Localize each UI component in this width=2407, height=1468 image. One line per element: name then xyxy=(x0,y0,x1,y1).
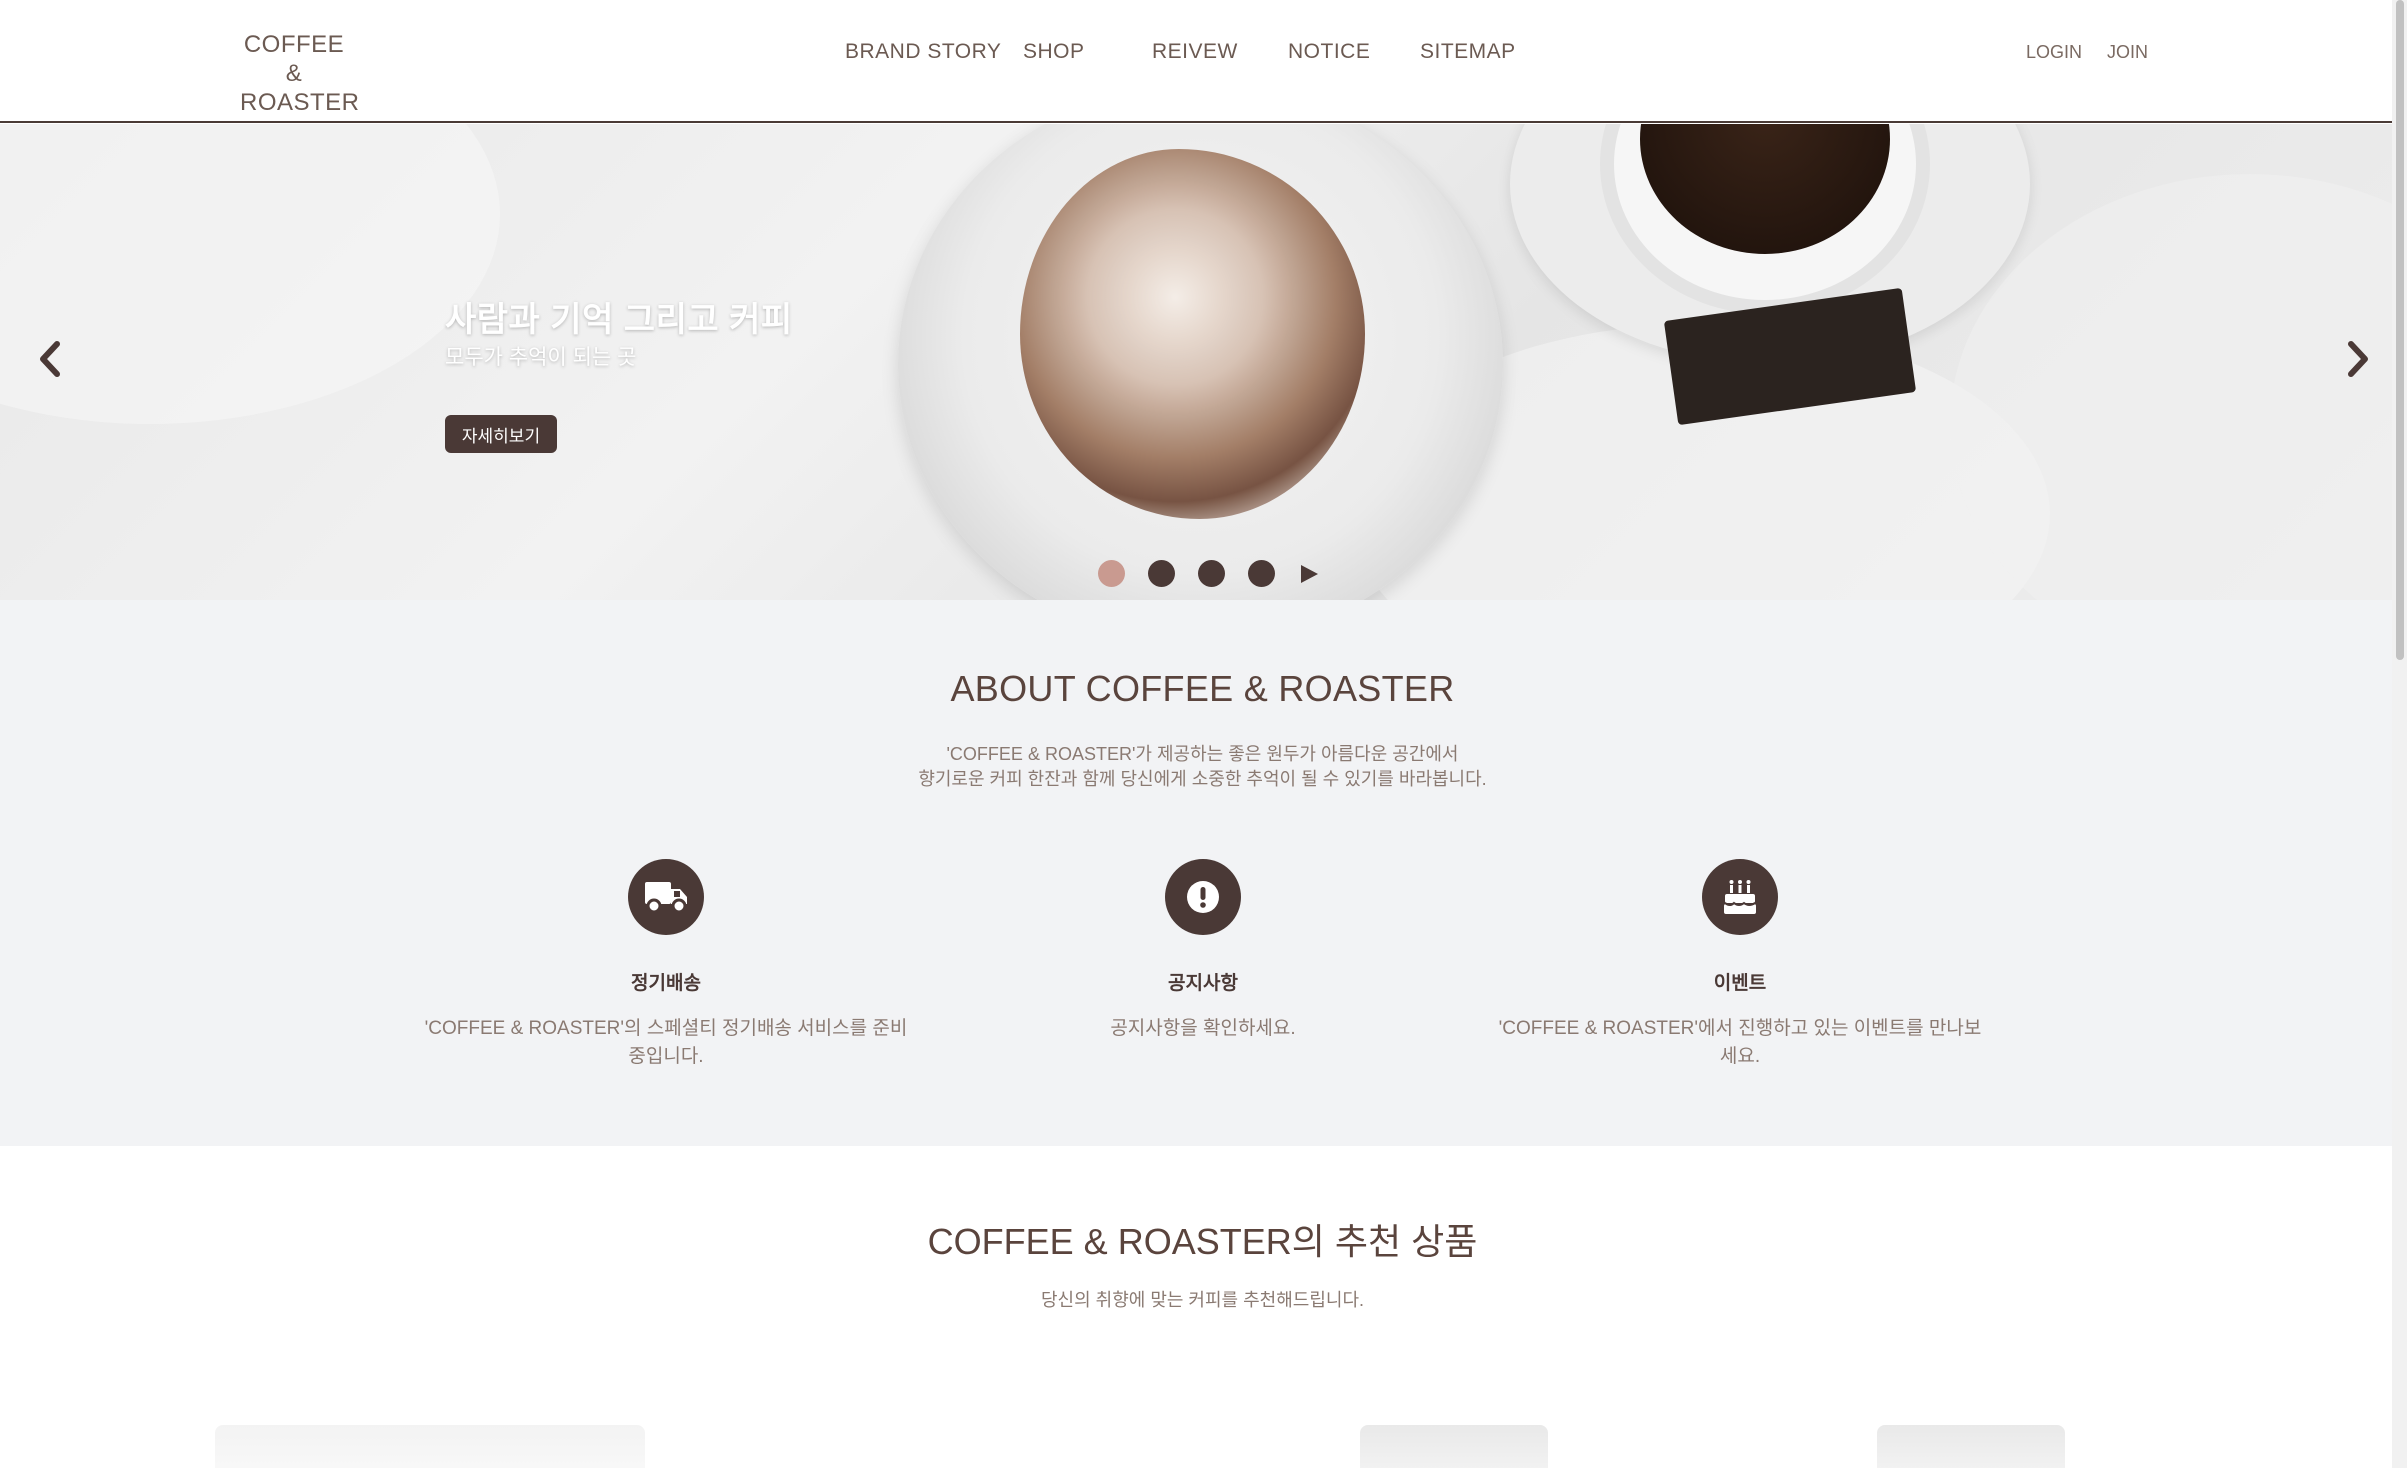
feature-icon-circle xyxy=(1165,859,1241,935)
next-slide-button[interactable] xyxy=(2338,337,2378,381)
feature-notice[interactable]: 공지사항 공지사항을 확인하세요. xyxy=(953,859,1453,1043)
nav-brand-story[interactable]: BRAND STORY xyxy=(845,40,1001,64)
slide-dot-1[interactable] xyxy=(1098,560,1125,587)
join-link[interactable]: JOIN xyxy=(2107,42,2148,63)
feature-icon-circle xyxy=(628,859,704,935)
recommend-description: 당신의 취향에 맞는 커피를 추천해드립니다. xyxy=(1040,1290,1365,1310)
hero-subtitle: 모두가 추억이 되는 곳 xyxy=(445,346,637,369)
feature-event[interactable]: 이벤트 'COFFEE & ROASTER'에서 진행하고 있는 이벤트를 만나… xyxy=(1490,859,1990,1071)
feature-title: 이벤트 xyxy=(1713,973,1767,994)
play-icon[interactable] xyxy=(1298,563,1320,585)
product-card[interactable] xyxy=(215,1425,645,1468)
feature-icon-circle xyxy=(1702,859,1778,935)
feature-description: 공지사항을 확인하세요. xyxy=(1110,1018,1296,1039)
slide-dot-2[interactable] xyxy=(1148,560,1175,587)
feature-description: 'COFFEE & ROASTER'에서 진행하고 있는 이벤트를 만나보세요. xyxy=(1498,1018,1982,1067)
exclamation-icon xyxy=(1187,881,1219,913)
product-card[interactable] xyxy=(1360,1425,1548,1468)
site-header: COFFEE & ROASTER BRAND STORY SHOP REIVEW… xyxy=(0,0,2392,123)
product-card[interactable] xyxy=(1877,1425,2065,1468)
slide-dot-4[interactable] xyxy=(1248,560,1275,587)
about-desc-line-2: 향기로운 커피 한잔과 함께 당신에게 소중한 추억이 될 수 있기를 바라봅니… xyxy=(918,769,1487,789)
feature-description: 'COFFEE & ROASTER'의 스페셜티 정기배송 서비스를 준비중입니… xyxy=(424,1018,908,1067)
feature-title: 정기배송 xyxy=(631,973,701,994)
nav-shop[interactable]: SHOP xyxy=(1023,40,1085,64)
prev-slide-button[interactable] xyxy=(30,337,70,381)
feature-title: 공지사항 xyxy=(1168,973,1238,994)
nav-notice[interactable]: NOTICE xyxy=(1288,40,1370,64)
login-link[interactable]: LOGIN xyxy=(2026,42,2082,63)
truck-icon xyxy=(645,882,687,914)
chevron-right-icon xyxy=(2348,341,2368,377)
hero-title: 사람과 기억 그리고 커피 xyxy=(445,301,793,339)
page-scrollbar[interactable] xyxy=(2392,0,2407,1468)
slide-dot-3[interactable] xyxy=(1198,560,1225,587)
about-section: ABOUT COFFEE & ROASTER 'COFFEE & ROASTER… xyxy=(0,600,2392,1146)
nav-review[interactable]: REIVEW xyxy=(1152,40,1238,64)
logo-line-2: ROASTER xyxy=(240,89,360,116)
feature-delivery[interactable]: 정기배송 'COFFEE & ROASTER'의 스페셜티 정기배송 서비스를 … xyxy=(416,859,916,1071)
chevron-left-icon xyxy=(40,341,60,377)
hero-detail-button[interactable]: 자세히보기 xyxy=(445,415,557,453)
about-title: ABOUT COFFEE & ROASTER xyxy=(950,668,1455,709)
cloth-fold xyxy=(0,124,500,424)
recommend-title: COFFEE & ROASTER의 추천 상품 xyxy=(927,1221,1478,1262)
hero-slider: 사람과 기억 그리고 커피 모두가 추억이 되는 곳 자세히보기 xyxy=(0,124,2392,600)
about-desc-line-1: 'COFFEE & ROASTER'가 제공하는 좋은 원두가 아름다운 공간에… xyxy=(946,744,1459,764)
birthday-cake-icon xyxy=(1724,880,1756,914)
about-description: 'COFFEE & ROASTER'가 제공하는 좋은 원두가 아름다운 공간에… xyxy=(0,742,2405,792)
nav-sitemap[interactable]: SITEMAP xyxy=(1420,40,1516,64)
scrollbar-thumb[interactable] xyxy=(2396,0,2404,660)
